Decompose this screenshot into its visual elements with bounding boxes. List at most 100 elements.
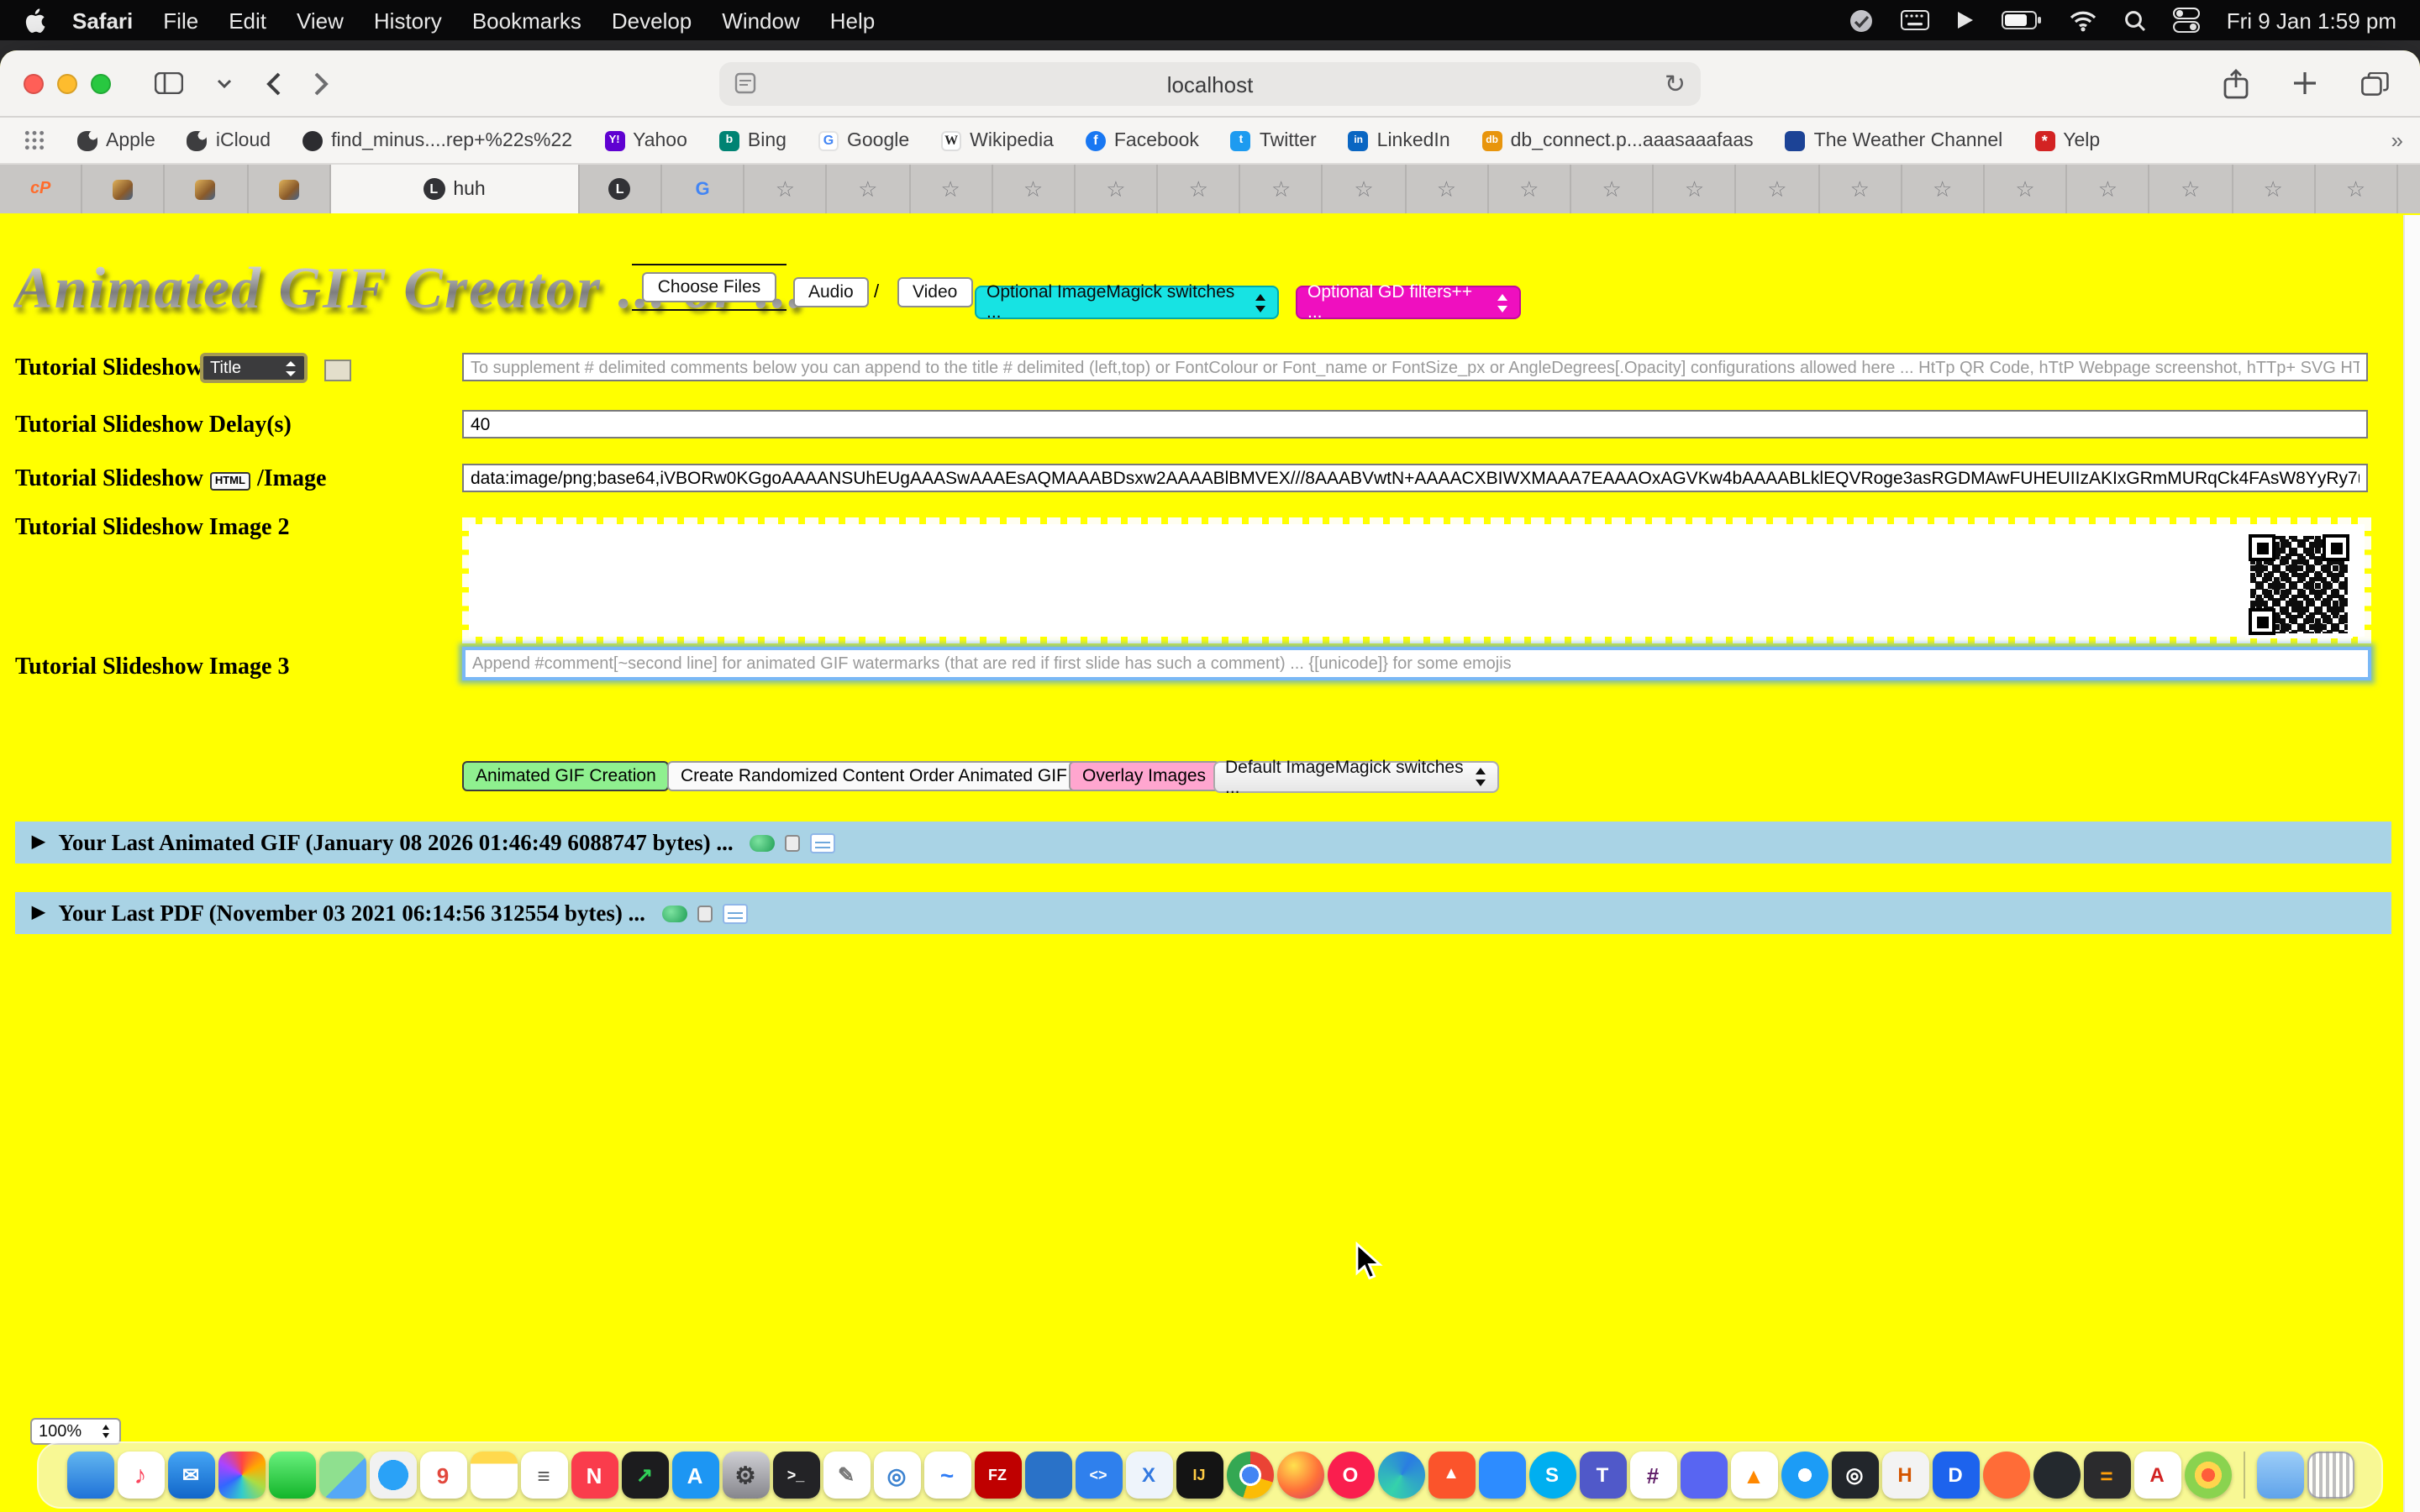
dock-icon[interactable]: ♪ [117, 1452, 164, 1499]
video-button[interactable]: Video [897, 277, 972, 307]
menu-item[interactable]: Help [830, 8, 876, 33]
dock-icon[interactable]: ▲ [1730, 1452, 1777, 1499]
forward-icon[interactable] [308, 71, 336, 95]
dock-icon[interactable] [2184, 1452, 2231, 1499]
browser-tab[interactable]: ☆ [1406, 165, 1488, 213]
dock-icon[interactable]: 9 [419, 1452, 466, 1499]
menu-item[interactable]: File [163, 8, 198, 33]
dock-icon[interactable] [318, 1452, 366, 1499]
dock-icon[interactable]: X [1125, 1452, 1172, 1499]
dock-icon[interactable] [268, 1452, 315, 1499]
gd-filters-select[interactable]: Optional GD filters++ ... [1296, 286, 1521, 319]
control-center-icon[interactable] [2173, 7, 2200, 34]
dock-icon[interactable]: H [1881, 1452, 1928, 1499]
dock-icon[interactable]: ⚙ [722, 1452, 769, 1499]
browser-tab[interactable] [166, 165, 248, 213]
browser-tab[interactable]: G [662, 165, 744, 213]
new-tab-icon[interactable] [2286, 71, 2324, 96]
browser-tab[interactable]: ☆ [2315, 165, 2397, 213]
dock-icon[interactable] [1226, 1452, 1273, 1499]
dock-icon[interactable]: ✎ [823, 1452, 870, 1499]
browser-tab[interactable]: ☆ [1158, 165, 1240, 213]
favorites-item[interactable]: Apple [77, 130, 155, 150]
browser-tab[interactable]: ☆ [910, 165, 992, 213]
menu-item[interactable]: Bookmarks [472, 8, 581, 33]
image2-dropzone[interactable] [462, 517, 2371, 643]
dock-icon[interactable]: A [2133, 1452, 2181, 1499]
browser-tab[interactable]: ☆ [1241, 165, 1323, 213]
dock-icon[interactable]: ◎ [1831, 1452, 1878, 1499]
favorites-item[interactable]: db db_connect.p...aaasaaafaas [1482, 130, 1754, 150]
browser-tab[interactable]: ☆ [992, 165, 1075, 213]
dock-icon[interactable] [1982, 1452, 2029, 1499]
dock-icon[interactable]: ~ [923, 1452, 971, 1499]
dock-icon[interactable]: O [1327, 1452, 1374, 1499]
html-chip-icon[interactable]: HTML [210, 471, 250, 490]
dock-icon[interactable]: ▲ [1428, 1452, 1475, 1499]
dock-icon[interactable] [470, 1452, 517, 1499]
favorites-item[interactable]: b Bing [719, 130, 786, 150]
dock-icon[interactable] [1276, 1452, 1323, 1499]
dock-icon[interactable] [2033, 1452, 2080, 1499]
title-colour-box[interactable] [324, 360, 351, 381]
note-icon[interactable] [723, 903, 748, 923]
browser-tab[interactable] [82, 165, 165, 213]
browser-tab[interactable]: ☆ [1076, 165, 1158, 213]
menubar-clock[interactable]: Fri 9 Jan 1:59 pm [2227, 8, 2396, 33]
close-button[interactable] [24, 73, 44, 93]
dock-icon[interactable]: FZ [974, 1452, 1021, 1499]
apple-menu-icon[interactable] [24, 8, 45, 33]
keyboard-icon[interactable] [1901, 10, 1929, 30]
dock-icon[interactable] [2243, 1452, 2244, 1499]
zoom-button[interactable] [91, 73, 111, 93]
dock-icon[interactable]: IJ [1176, 1452, 1223, 1499]
browser-tab[interactable]: ☆ [2067, 165, 2149, 213]
battery-icon[interactable] [2002, 10, 2042, 30]
dock-icon[interactable]: ◎ [873, 1452, 920, 1499]
dock-icon[interactable] [1680, 1452, 1727, 1499]
dock-icon[interactable]: S [1528, 1452, 1576, 1499]
default-imagemagick-select[interactable]: Default ImageMagick switches ... [1213, 761, 1499, 793]
menu-app-name[interactable]: Safari [72, 8, 133, 33]
back-icon[interactable] [259, 71, 287, 95]
dock-icon[interactable]: D [1932, 1452, 1979, 1499]
browser-tab[interactable]: ☆ [744, 165, 827, 213]
apps-grid-icon[interactable] [24, 129, 45, 151]
play-icon[interactable] [1956, 10, 1975, 30]
imagemagick-switches-select[interactable]: Optional ImageMagick switches ... [975, 286, 1279, 319]
sidebar-icon[interactable] [148, 72, 190, 94]
dock-icon[interactable] [66, 1452, 113, 1499]
dock-icon[interactable]: ≡ [520, 1452, 567, 1499]
browser-tab[interactable]: L huh [331, 165, 580, 213]
dock-icon[interactable] [369, 1452, 416, 1499]
menu-item[interactable]: Edit [229, 8, 266, 33]
dock-icon[interactable] [1478, 1452, 1525, 1499]
result-row[interactable]: ▶ Your Last Animated GIF (January 08 202… [15, 822, 2391, 864]
dock-icon[interactable] [2256, 1452, 2303, 1499]
browser-tab[interactable]: ☆ [1985, 165, 2067, 213]
dock-icon[interactable] [218, 1452, 265, 1499]
menu-item[interactable]: Develop [612, 8, 692, 33]
browser-tab[interactable]: ☆ [1571, 165, 1654, 213]
watermark-comment-input[interactable] [462, 647, 2371, 680]
dock-icon[interactable] [1377, 1452, 1424, 1499]
favorites-overflow-chevron[interactable]: » [2391, 128, 2403, 153]
overlay-images-button[interactable]: Overlay Images [1069, 761, 1219, 791]
browser-tab[interactable]: ☆ [1819, 165, 1902, 213]
title-config-input[interactable] [462, 353, 2368, 381]
dock-icon[interactable]: T [1579, 1452, 1626, 1499]
browser-tab[interactable]: ☆ [1902, 165, 1985, 213]
browser-tab[interactable]: L [580, 165, 662, 213]
favorites-item[interactable]: iCloud [187, 130, 271, 150]
dock-icon[interactable]: # [1629, 1452, 1676, 1499]
title-select[interactable]: Title [200, 353, 308, 383]
menu-item[interactable]: Window [722, 8, 800, 33]
favorites-item[interactable]: The Weather Channel [1786, 130, 2003, 150]
browser-tab[interactable]: ☆ [1323, 165, 1406, 213]
choose-files-button[interactable]: Choose Files [643, 272, 776, 302]
tab-overview-icon[interactable] [2354, 71, 2396, 95]
browser-tab[interactable]: cP [0, 165, 82, 213]
green-oval-icon[interactable] [662, 905, 687, 921]
browser-tab[interactable]: ☆ [828, 165, 910, 213]
favorites-item[interactable]: Y! Yahoo [604, 130, 687, 150]
